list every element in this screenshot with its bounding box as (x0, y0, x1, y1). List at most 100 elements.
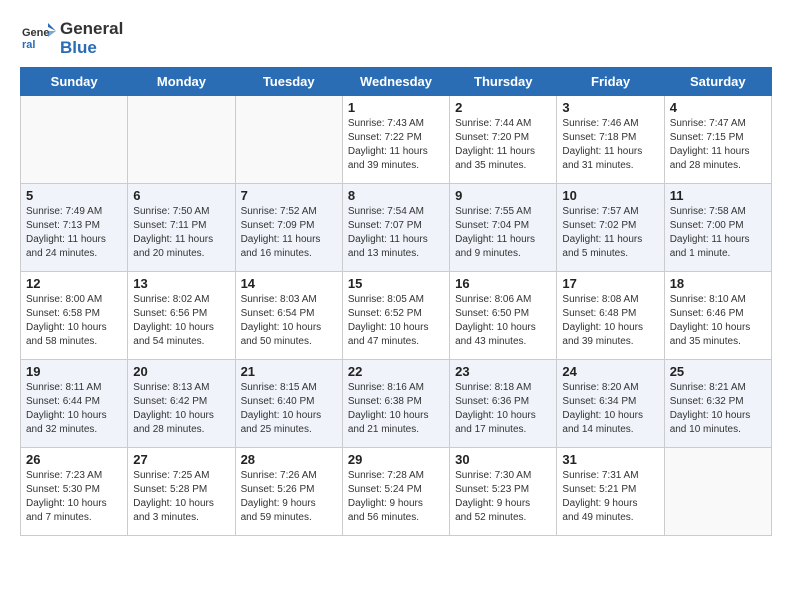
day-number: 7 (241, 188, 337, 203)
calendar-cell: 29 Sunrise: 7:28 AM Sunset: 5:24 PM Dayli… (342, 448, 449, 536)
day-content: Sunrise: 8:08 AM Sunset: 6:48 PM Dayligh… (562, 293, 658, 349)
day-number: 3 (562, 100, 658, 115)
logo-text: General Blue (60, 20, 123, 57)
day-content: Sunrise: 8:06 AM Sunset: 6:50 PM Dayligh… (455, 293, 551, 349)
calendar-cell (21, 96, 128, 184)
day-content: Sunrise: 8:15 AM Sunset: 6:40 PM Dayligh… (241, 381, 337, 437)
day-content: Sunrise: 8:16 AM Sunset: 6:38 PM Dayligh… (348, 381, 444, 437)
header-tuesday: Tuesday (235, 68, 342, 96)
calendar-cell: 22 Sunrise: 8:16 AM Sunset: 6:38 PM Dayli… (342, 360, 449, 448)
day-number: 15 (348, 276, 444, 291)
calendar-cell: 10 Sunrise: 7:57 AM Sunset: 7:02 PM Dayli… (557, 184, 664, 272)
day-content: Sunrise: 7:58 AM Sunset: 7:00 PM Dayligh… (670, 205, 766, 261)
day-number: 16 (455, 276, 551, 291)
day-content: Sunrise: 8:20 AM Sunset: 6:34 PM Dayligh… (562, 381, 658, 437)
day-content: Sunrise: 8:18 AM Sunset: 6:36 PM Dayligh… (455, 381, 551, 437)
logo: Gene ral General Blue (20, 20, 123, 57)
day-content: Sunrise: 8:13 AM Sunset: 6:42 PM Dayligh… (133, 381, 229, 437)
calendar-cell: 31 Sunrise: 7:31 AM Sunset: 5:21 PM Dayli… (557, 448, 664, 536)
calendar-cell: 28Sunrise: 7:26 AM Sunset: 5:26 PM Dayli… (235, 448, 342, 536)
day-content: Sunrise: 8:02 AM Sunset: 6:56 PM Dayligh… (133, 293, 229, 349)
calendar-cell: 6 Sunrise: 7:50 AM Sunset: 7:11 PM Daylig… (128, 184, 235, 272)
calendar-cell: 23 Sunrise: 8:18 AM Sunset: 6:36 PM Dayli… (450, 360, 557, 448)
calendar-week-1: 1Sunrise: 7:43 AM Sunset: 7:22 PM Daylig… (21, 96, 772, 184)
day-content: Sunrise: 8:00 AM Sunset: 6:58 PM Dayligh… (26, 293, 122, 349)
calendar-week-3: 12Sunrise: 8:00 AM Sunset: 6:58 PM Dayli… (21, 272, 772, 360)
calendar-cell: 11Sunrise: 7:58 AM Sunset: 7:00 PM Dayli… (664, 184, 771, 272)
day-number: 26 (26, 452, 122, 467)
calendar-header-row: SundayMondayTuesdayWednesdayThursdayFrid… (21, 68, 772, 96)
day-number: 24 (562, 364, 658, 379)
calendar-cell: 18Sunrise: 8:10 AM Sunset: 6:46 PM Dayli… (664, 272, 771, 360)
calendar-cell: 17 Sunrise: 8:08 AM Sunset: 6:48 PM Dayli… (557, 272, 664, 360)
calendar-cell: 4 Sunrise: 7:47 AM Sunset: 7:15 PM Daylig… (664, 96, 771, 184)
day-number: 25 (670, 364, 766, 379)
day-content: Sunrise: 8:03 AM Sunset: 6:54 PM Dayligh… (241, 293, 337, 349)
day-number: 2 (455, 100, 551, 115)
calendar-cell: 14 Sunrise: 8:03 AM Sunset: 6:54 PM Dayli… (235, 272, 342, 360)
calendar-cell (128, 96, 235, 184)
day-number: 20 (133, 364, 229, 379)
calendar-week-5: 26 Sunrise: 7:23 AM Sunset: 5:30 PM Dayli… (21, 448, 772, 536)
day-content: Sunrise: 7:52 AM Sunset: 7:09 PM Dayligh… (241, 205, 337, 261)
svg-text:Gene: Gene (22, 27, 50, 39)
calendar-cell: 7 Sunrise: 7:52 AM Sunset: 7:09 PM Daylig… (235, 184, 342, 272)
day-number: 18 (670, 276, 766, 291)
day-number: 4 (670, 100, 766, 115)
day-content: Sunrise: 7:25 AM Sunset: 5:28 PM Dayligh… (133, 469, 229, 525)
calendar-cell: 8Sunrise: 7:54 AM Sunset: 7:07 PM Daylig… (342, 184, 449, 272)
day-number: 22 (348, 364, 444, 379)
day-number: 28 (241, 452, 337, 467)
header-wednesday: Wednesday (342, 68, 449, 96)
day-content: Sunrise: 7:47 AM Sunset: 7:15 PM Dayligh… (670, 117, 766, 173)
day-number: 30 (455, 452, 551, 467)
calendar-cell: 20 Sunrise: 8:13 AM Sunset: 6:42 PM Dayli… (128, 360, 235, 448)
calendar-cell: 24 Sunrise: 8:20 AM Sunset: 6:34 PM Dayli… (557, 360, 664, 448)
calendar-cell (664, 448, 771, 536)
calendar-cell: 16 Sunrise: 8:06 AM Sunset: 6:50 PM Dayli… (450, 272, 557, 360)
day-number: 10 (562, 188, 658, 203)
day-number: 6 (133, 188, 229, 203)
day-content: Sunrise: 7:44 AM Sunset: 7:20 PM Dayligh… (455, 117, 551, 173)
calendar-cell: 9 Sunrise: 7:55 AM Sunset: 7:04 PM Daylig… (450, 184, 557, 272)
calendar-cell: 3Sunrise: 7:46 AM Sunset: 7:18 PM Daylig… (557, 96, 664, 184)
day-number: 31 (562, 452, 658, 467)
calendar-cell: 26 Sunrise: 7:23 AM Sunset: 5:30 PM Dayli… (21, 448, 128, 536)
calendar-cell: 27 Sunrise: 7:25 AM Sunset: 5:28 PM Dayli… (128, 448, 235, 536)
day-number: 13 (133, 276, 229, 291)
calendar-cell: 12Sunrise: 8:00 AM Sunset: 6:58 PM Dayli… (21, 272, 128, 360)
svg-text:ral: ral (22, 39, 35, 51)
day-content: Sunrise: 8:05 AM Sunset: 6:52 PM Dayligh… (348, 293, 444, 349)
day-content: Sunrise: 7:23 AM Sunset: 5:30 PM Dayligh… (26, 469, 122, 525)
day-number: 19 (26, 364, 122, 379)
header-sunday: Sunday (21, 68, 128, 96)
day-content: Sunrise: 8:21 AM Sunset: 6:32 PM Dayligh… (670, 381, 766, 437)
day-number: 21 (241, 364, 337, 379)
calendar-cell: 15 Sunrise: 8:05 AM Sunset: 6:52 PM Dayli… (342, 272, 449, 360)
day-number: 17 (562, 276, 658, 291)
day-number: 23 (455, 364, 551, 379)
day-number: 14 (241, 276, 337, 291)
day-number: 27 (133, 452, 229, 467)
calendar-cell: 1Sunrise: 7:43 AM Sunset: 7:22 PM Daylig… (342, 96, 449, 184)
day-number: 5 (26, 188, 122, 203)
logo-svg: Gene ral (20, 21, 56, 57)
calendar-cell: 5 Sunrise: 7:49 AM Sunset: 7:13 PM Daylig… (21, 184, 128, 272)
header-thursday: Thursday (450, 68, 557, 96)
calendar-table: SundayMondayTuesdayWednesdayThursdayFrid… (20, 67, 772, 536)
day-content: Sunrise: 7:57 AM Sunset: 7:02 PM Dayligh… (562, 205, 658, 261)
day-number: 9 (455, 188, 551, 203)
calendar-week-4: 19Sunrise: 8:11 AM Sunset: 6:44 PM Dayli… (21, 360, 772, 448)
day-content: Sunrise: 7:31 AM Sunset: 5:21 PM Dayligh… (562, 469, 658, 525)
day-content: Sunrise: 7:49 AM Sunset: 7:13 PM Dayligh… (26, 205, 122, 261)
calendar-cell: 2 Sunrise: 7:44 AM Sunset: 7:20 PM Daylig… (450, 96, 557, 184)
day-number: 29 (348, 452, 444, 467)
calendar-cell: 21 Sunrise: 8:15 AM Sunset: 6:40 PM Dayli… (235, 360, 342, 448)
header-friday: Friday (557, 68, 664, 96)
calendar-cell: 13 Sunrise: 8:02 AM Sunset: 6:56 PM Dayli… (128, 272, 235, 360)
day-content: Sunrise: 7:50 AM Sunset: 7:11 PM Dayligh… (133, 205, 229, 261)
day-content: Sunrise: 7:55 AM Sunset: 7:04 PM Dayligh… (455, 205, 551, 261)
calendar-cell: 30 Sunrise: 7:30 AM Sunset: 5:23 PM Dayli… (450, 448, 557, 536)
day-content: Sunrise: 7:30 AM Sunset: 5:23 PM Dayligh… (455, 469, 551, 525)
day-content: Sunrise: 7:28 AM Sunset: 5:24 PM Dayligh… (348, 469, 444, 525)
